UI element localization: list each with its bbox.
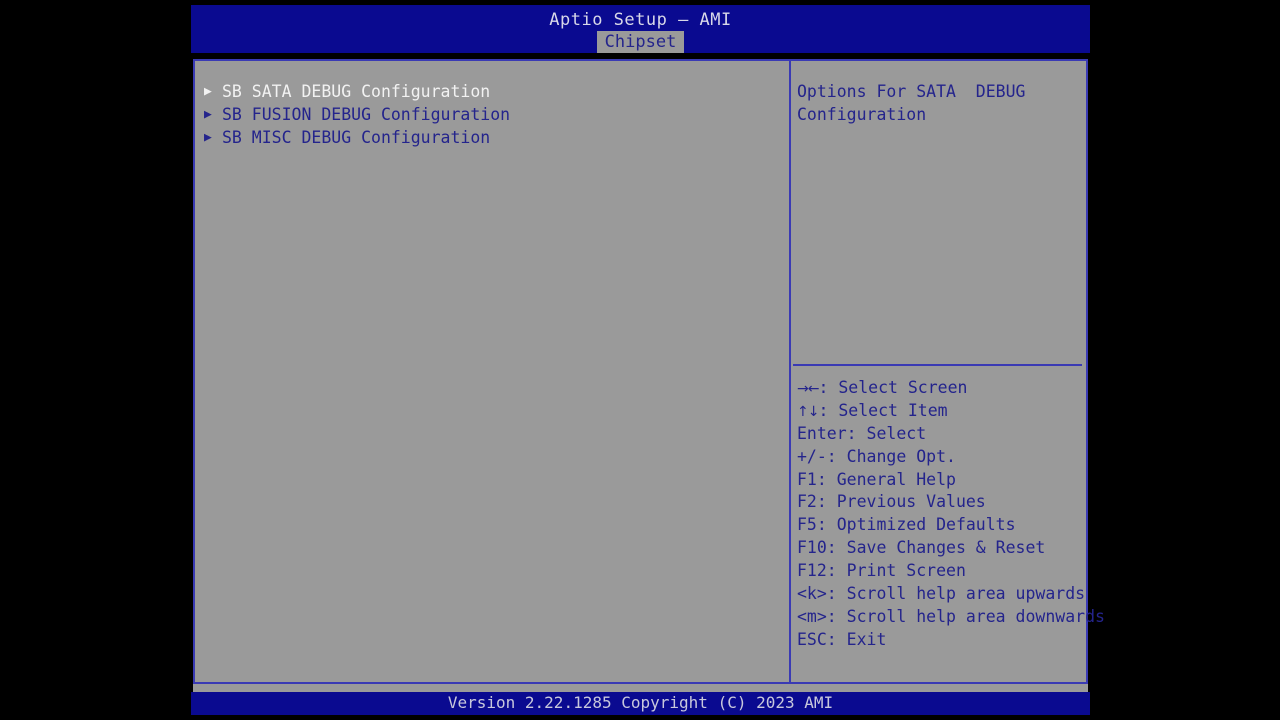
menu-item-label: SB MISC DEBUG Configuration (222, 128, 491, 147)
menu-item-1[interactable]: ▶ SB FUSION DEBUG Configuration (199, 103, 784, 126)
options-pane: ▶ SB SATA DEBUG Configuration ▶ SB FUSION D… (195, 61, 790, 682)
arrow-keys-icon: ↑↓ (797, 403, 819, 420)
key-legend-line-4: F1: General Help (797, 469, 1087, 492)
submenu-arrow-icon: ▶ (204, 107, 212, 122)
key-legend-line-8: F12: Print Screen (797, 560, 1087, 583)
menu-item-label: SB SATA DEBUG Configuration (222, 82, 491, 101)
help-pane: Options For SATA DEBUG Configuration →←:… (791, 61, 1105, 682)
key-legend-line-11: ESC: Exit (797, 629, 1087, 652)
footer-bar: Version 2.22.1285 Copyright (C) 2023 AMI (191, 692, 1090, 715)
key-legend-line-3: +/-: Change Opt. (797, 446, 1087, 469)
tab-chipset[interactable]: Chipset (596, 31, 685, 53)
key-legend-line-2: Enter: Select (797, 423, 1087, 446)
key-legend-line-10: <m>: Scroll help area downwards (797, 606, 1105, 629)
frame-shadow-strip (193, 684, 1088, 692)
submenu-arrow-icon: ▶ (204, 130, 212, 145)
help-description: Options For SATA DEBUG Configuration (797, 82, 1036, 124)
submenu-arrow-icon: ▶ (204, 84, 212, 99)
key-legend-line-5: F2: Previous Values (797, 491, 1087, 514)
key-legend-line-9: <k>: Scroll help area upwards (797, 583, 1087, 606)
key-legend-text: : Select Item (818, 400, 948, 420)
version-text: Version 2.22.1285 Copyright (C) 2023 AMI (447, 693, 834, 712)
tab-bar: Chipset (191, 31, 1090, 53)
title-bar: Aptio Setup – AMI Chipset (191, 5, 1090, 53)
bios-setup-screen: Aptio Setup – AMI Chipset ▶ SB SATA DEBUG… (191, 5, 1105, 715)
arrow-keys-icon: →← (797, 381, 819, 397)
key-legend-text: F12: Print Screen (797, 561, 966, 581)
help-separator (793, 364, 1082, 366)
menu-item-0[interactable]: ▶ SB SATA DEBUG Configuration (199, 80, 784, 103)
main-frame: ▶ SB SATA DEBUG Configuration ▶ SB FUSION D… (193, 59, 1105, 684)
key-legend-text: F10: Save Changes & Reset (797, 538, 1046, 558)
key-legend-text: : Select Screen (818, 378, 968, 397)
page-title: Aptio Setup – AMI (549, 10, 732, 30)
key-legend-text: F5: Optimized Defaults (797, 515, 1016, 535)
key-legend: →←: Select Screen ↑↓: Select Item Enter: S… (797, 377, 1105, 652)
key-legend-text: F2: Previous Values (797, 492, 986, 512)
key-legend-line-6: F5: Optimized Defaults (797, 514, 1087, 537)
key-legend-text: F1: General Help (797, 469, 956, 489)
key-legend-line-1: ↑↓: Select Item (797, 400, 1087, 423)
menu-item-2[interactable]: ▶ SB MISC DEBUG Configuration (199, 126, 784, 149)
key-legend-line-7: F10: Save Changes & Reset (797, 537, 1087, 560)
key-legend-text: <m>: Scroll help area downwards (797, 606, 1105, 626)
menu-item-label: SB FUSION DEBUG Configuration (222, 105, 511, 124)
key-legend-text: ESC: Exit (797, 629, 887, 649)
key-legend-text: +/-: Change Opt. (797, 446, 956, 466)
key-legend-line-0: →←: Select Screen (797, 377, 1087, 400)
menu-list: ▶ SB SATA DEBUG Configuration ▶ SB FUSION D… (199, 80, 784, 149)
key-legend-text: Enter: Select (797, 423, 927, 443)
key-legend-text: <k>: Scroll help area upwards (797, 584, 1086, 604)
